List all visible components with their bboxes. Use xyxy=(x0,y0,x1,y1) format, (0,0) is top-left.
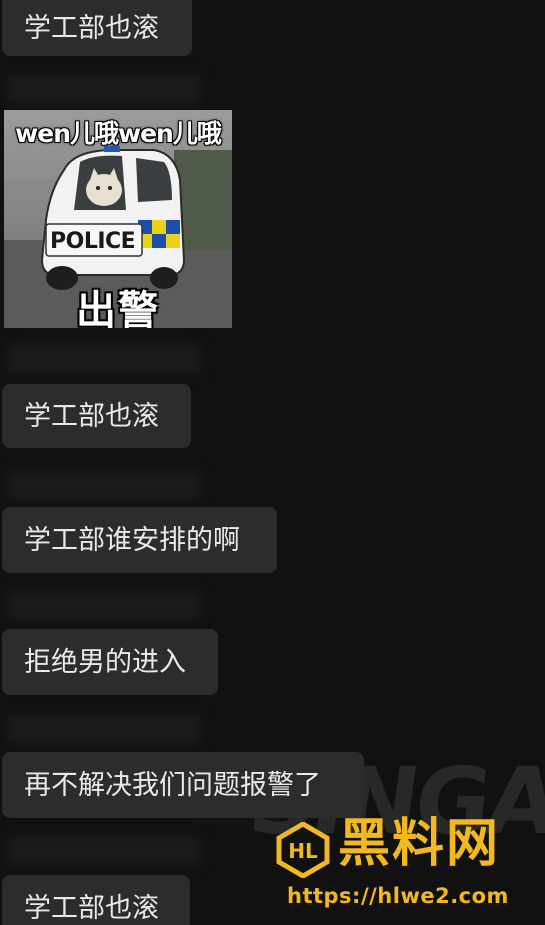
message-text: 学工部也滚 xyxy=(24,12,159,44)
watermark-logo-icon: HL xyxy=(276,822,330,878)
police-label: POLICE xyxy=(50,229,136,254)
message-bubble[interactable]: 拒绝男的进入 xyxy=(2,629,218,695)
message-bubble[interactable]: 学工部也滚 xyxy=(2,0,192,56)
sticker-bottom-caption: 出警 xyxy=(76,288,160,328)
message-text: 再不解决我们问题报警了 xyxy=(24,769,321,801)
message-text: 学工部也滚 xyxy=(24,892,159,924)
message-bubble[interactable]: 学工部也滚 xyxy=(2,875,190,925)
message-bubble[interactable]: 学工部谁安排的啊 xyxy=(2,507,277,573)
message-text: 学工部谁安排的啊 xyxy=(24,524,240,556)
message-bubble[interactable]: 学工部也滚 xyxy=(2,384,191,448)
redacted-sender-name xyxy=(6,74,202,104)
watermark-url: https://hlwe2.com xyxy=(287,884,509,908)
sticker-image[interactable]: wen儿哦wen儿哦 POLICE 出警 xyxy=(4,110,232,328)
svg-text:HL: HL xyxy=(288,839,318,863)
sticker-top-caption: wen儿哦wen儿哦 xyxy=(15,119,222,148)
message-text: 学工部也滚 xyxy=(24,400,159,432)
redacted-sender-name xyxy=(6,590,202,620)
redacted-sender-name xyxy=(6,836,202,866)
redacted-sender-name xyxy=(6,714,202,744)
watermark-title: 黑料网 xyxy=(338,814,501,874)
chat-screen: SINGA 学工部也滚 wen儿哦wen儿哦 POLICE 出警 学工部也滚 学… xyxy=(0,0,545,925)
message-bubble[interactable]: 再不解决我们问题报警了 xyxy=(2,752,364,818)
redacted-sender-name xyxy=(6,344,202,374)
redacted-sender-name xyxy=(6,470,202,500)
message-text: 拒绝男的进入 xyxy=(24,646,186,678)
